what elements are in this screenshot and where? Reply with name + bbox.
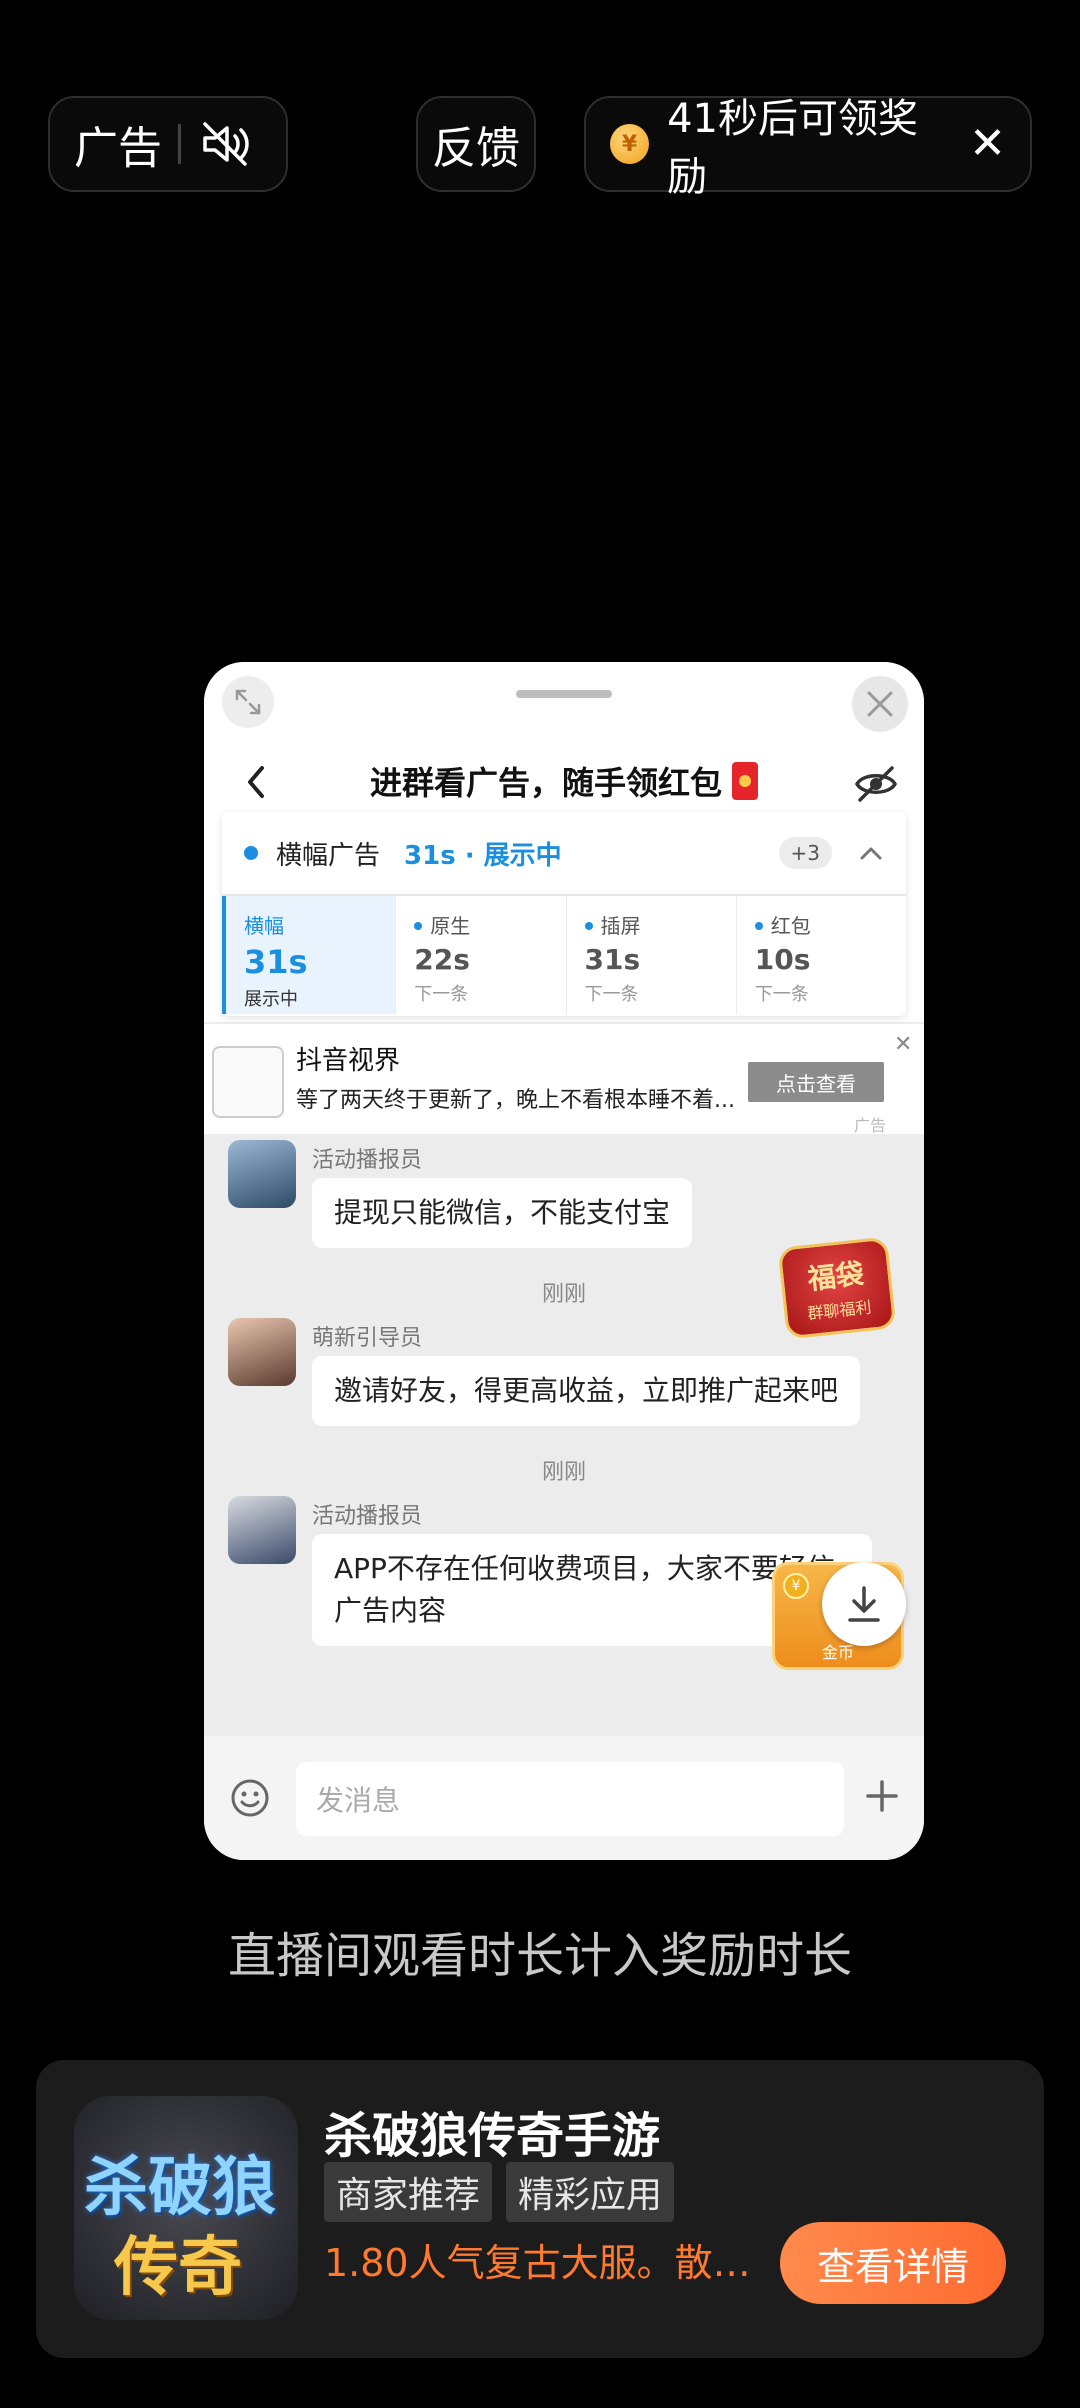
sender-name: 萌新引导员 [312,1326,423,1351]
ad-label: 广告 [74,123,162,174]
banner-ad-tag: 广告 [854,1116,887,1135]
ad-status-header[interactable]: 横幅广告 31s · 展示中 +3 [222,812,906,896]
app-icon-text: 杀破狼 [84,2150,276,2225]
close-icon[interactable]: ✕ [969,122,1006,166]
card-header: 进群看广告，随手领红包 横幅广告 31s · 展示中 +3 横幅 31s 展示中… [204,662,924,1022]
chat-input-bar: 发消息 [204,1736,924,1860]
caption-text: 直播间观看时长计入奖励时长 [227,1928,852,1984]
coin-icon: ¥ [783,1573,809,1599]
title-text: 进群看广告，随手领红包 [369,764,722,802]
app-name: 杀破狼传奇手游 [324,2108,661,2164]
app-icon-text: 传奇 [114,2230,242,2305]
coin-icon: ¥ [610,124,650,164]
message-bubble[interactable]: 邀请好友，得更高收益，立即推广起来吧 [312,1356,861,1426]
message-bubble[interactable]: 提现只能微信，不能支付宝 [312,1178,693,1248]
tab-sub: 下一条 [584,984,639,1005]
live-room-card: 进群看广告，随手领红包 横幅广告 31s · 展示中 +3 横幅 31s 展示中… [204,662,924,1860]
lucky-bag-button[interactable]: 福袋 群聊福利 [777,1236,897,1340]
gold-label: 金币 [821,1643,854,1662]
tab-redpacket[interactable]: 红包 10s 下一条 [735,896,906,1014]
divider [178,124,181,164]
page-title: 进群看广告，随手领红包 [204,758,924,804]
app-tag: 商家推荐 [324,2162,493,2222]
drag-handle[interactable] [516,690,612,698]
banner-ad[interactable]: 抖音视界 等了两天终于更新了，晚上不看根本睡不着... 点击查看 ✕ 广告 [204,1024,924,1135]
banner-title: 抖音视界 [296,1046,401,1076]
hide-eye-icon[interactable] [854,764,898,804]
ad-status-panel: 横幅广告 31s · 展示中 +3 横幅 31s 展示中 原生 22s 下一条 [222,812,906,1016]
status-dot [244,846,258,860]
banner-close-icon[interactable]: ✕ [894,1032,912,1057]
tab-sub: 下一条 [754,984,809,1005]
tab-value: 31s [584,943,641,976]
lucky-bag-title: 福袋 [806,1257,866,1296]
mute-icon[interactable] [197,116,253,172]
banner-cta-button[interactable]: 点击查看 [748,1062,884,1102]
tab-value: 22s [414,943,470,976]
tab-native[interactable]: 原生 22s 下一条 [395,896,565,1014]
expand-icon [235,689,261,715]
red-envelope-icon [732,762,758,800]
avatar[interactable] [228,1140,296,1208]
app-icon[interactable]: 杀破狼 传奇 [74,2096,298,2320]
tab-interstitial[interactable]: 插屏 31s 下一条 [565,896,736,1014]
app-description: 1.80人气复古大服。散人可打金。 [324,2241,780,2285]
avatar[interactable] [228,1496,296,1564]
ad-thumbnail [212,1046,284,1118]
app-tags: 商家推荐 精彩应用 [324,2162,675,2222]
lucky-bag-sub: 群聊福利 [806,1297,873,1324]
tab-name: 原生 [414,910,547,939]
banner-desc: 等了两天终于更新了，晚上不看根本睡不着... [296,1088,735,1113]
tab-sub: 展示中 [244,989,298,1010]
close-icon [867,691,893,717]
ad-badge: 广告 [48,96,288,192]
sender-name: 活动播报员 [312,1504,423,1529]
tab-value: 31s [244,943,308,981]
plus-icon[interactable] [862,1776,902,1816]
ad-type-tabs: 横幅 31s 展示中 原生 22s 下一条 插屏 31s 下一条 红包 10s [222,896,906,1014]
tab-sub: 下一条 [414,984,469,1005]
tab-name: 横幅 [244,914,284,938]
reward-text: 41秒后可领奖励 [667,96,918,200]
tab-value: 10s [754,943,811,976]
sender-name: 活动播报员 [312,1148,423,1173]
ad-type-status: 31s · 展示中 [404,840,562,871]
message-input[interactable]: 发消息 [296,1762,844,1836]
app-tag: 精彩应用 [506,2162,675,2222]
app-ad-card[interactable]: 杀破狼 传奇 杀破狼传奇手游 商家推荐 精彩应用 1.80人气复古大服。散人可打… [36,2060,1044,2358]
view-details-button[interactable]: 查看详情 [780,2222,1006,2304]
ad-type-name: 横幅广告 [276,840,381,871]
expand-button[interactable] [222,676,274,728]
tab-banner[interactable]: 横幅 31s 展示中 [222,896,396,1014]
reward-timer: ¥ 41秒后可领奖励 ✕ [584,96,1032,200]
emoji-icon[interactable] [230,1778,270,1818]
tab-name: 红包 [754,910,888,939]
more-count-badge: +3 [778,837,832,869]
chevron-up-icon[interactable] [858,843,884,863]
download-icon [848,1586,880,1622]
download-button[interactable] [822,1562,906,1646]
card-close-button[interactable] [852,676,908,732]
feedback-button[interactable]: 反馈 [416,96,536,192]
tab-name: 插屏 [584,910,718,939]
timestamp: 刚刚 [541,1460,586,1485]
avatar[interactable] [228,1318,296,1386]
